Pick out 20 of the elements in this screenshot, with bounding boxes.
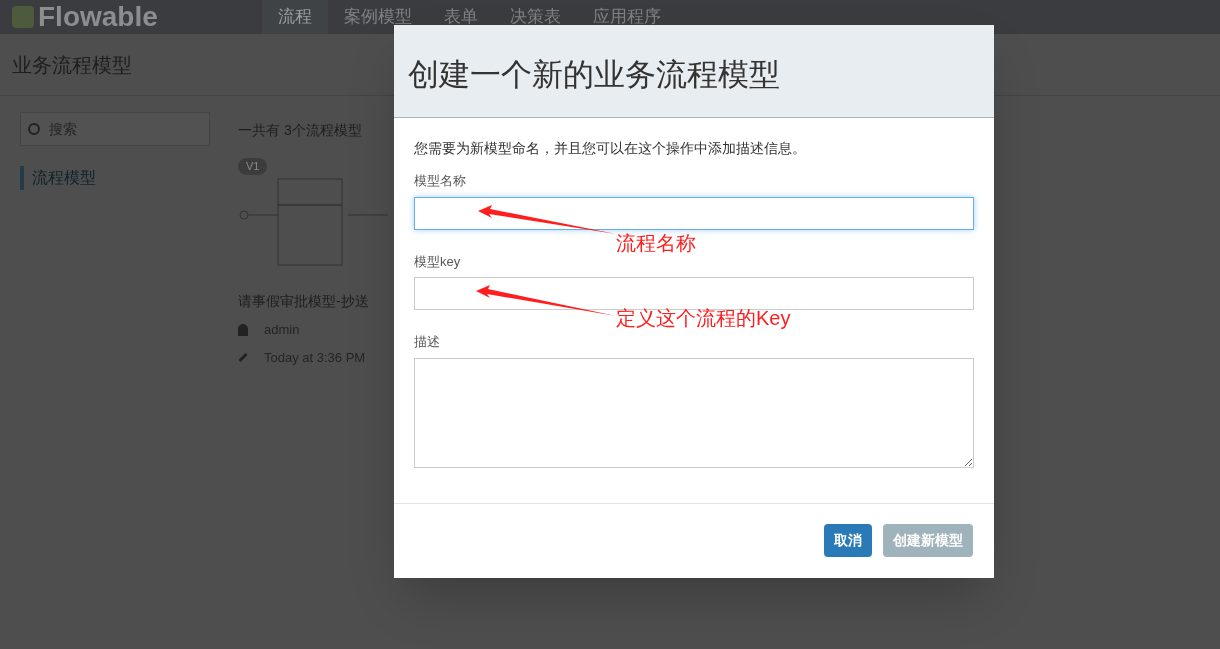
dialog-button[interactable]: 取消	[824, 524, 872, 557]
nav-tab[interactable]: 案例模型	[328, 0, 428, 34]
logo-text: Flowable	[38, 3, 158, 31]
field-label: 模型名称	[414, 172, 467, 190]
user-icon	[238, 323, 248, 336]
version-badge: V1	[238, 158, 268, 175]
text-input[interactable]	[414, 196, 974, 230]
pencil-icon	[238, 352, 248, 362]
annotation-label: 流程名称	[616, 231, 696, 256]
search-icon	[28, 123, 40, 135]
field-label: 描述	[414, 333, 441, 351]
description-textarea[interactable]	[414, 357, 974, 468]
sidebar-item[interactable]: 流程模型	[20, 166, 230, 190]
text-input[interactable]	[414, 277, 974, 310]
dialog-description: 您需要为新模型命名，并且您可以在这个操作中添加描述信息。	[414, 139, 807, 158]
annotation-label: 定义这个流程的Key	[616, 306, 791, 331]
dialog-title: 创建一个新的业务流程模型	[408, 55, 780, 94]
field-label: 模型key	[414, 252, 462, 271]
logo-icon	[12, 6, 34, 28]
nav-tab[interactable]: 流程	[262, 0, 328, 34]
